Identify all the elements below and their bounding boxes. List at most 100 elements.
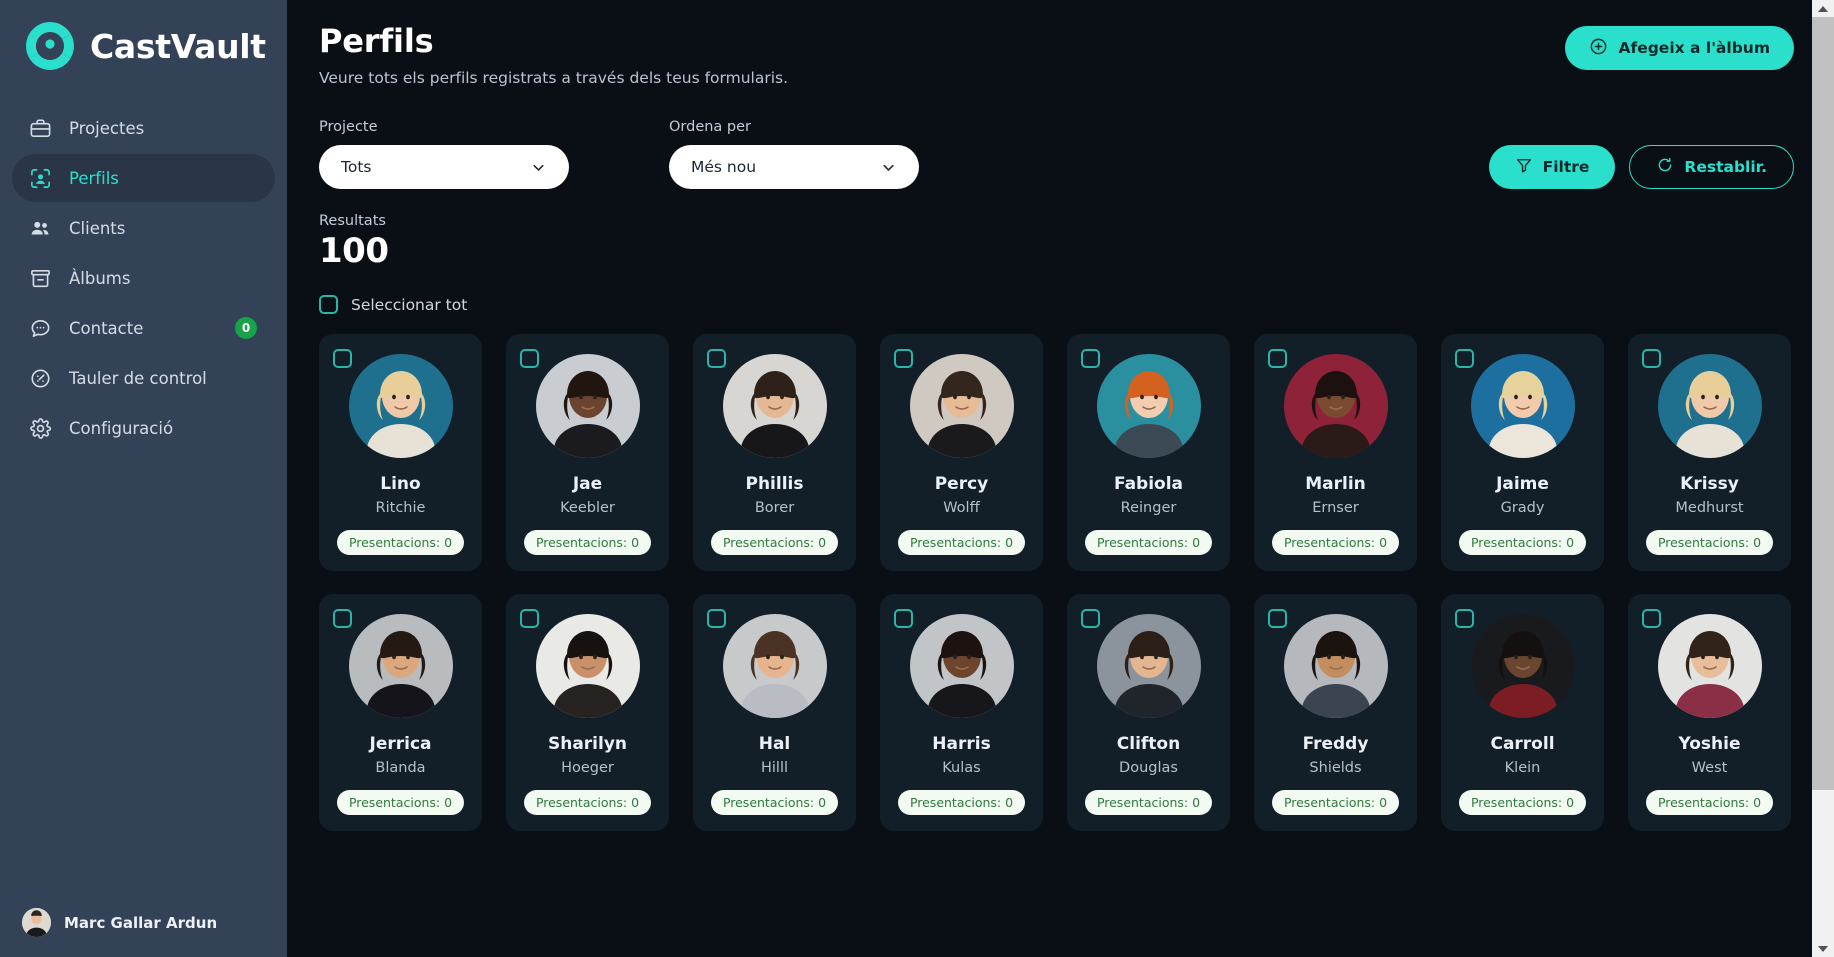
add-to-album-button[interactable]: Afegeix a l'àlbum [1565, 26, 1794, 70]
profile-last-name: Medhurst [1675, 500, 1744, 516]
profile-checkbox[interactable] [1081, 349, 1100, 368]
profile-checkbox[interactable] [1642, 609, 1661, 628]
filter-button[interactable]: Filtre [1488, 145, 1616, 189]
profile-card[interactable]: Yoshie West Presentacions: 0 [1628, 594, 1791, 831]
filters-bar: Projecte Tots Ordena per Més nou Filtre … [319, 119, 1794, 189]
profile-presentations-badge: Presentacions: 0 [1084, 530, 1213, 555]
sidebar-item-perfils[interactable]: Perfils [12, 154, 275, 202]
sidebar-item-albums[interactable]: Àlbums [12, 254, 275, 302]
sidebar-item-label: Àlbums [69, 268, 131, 288]
profile-checkbox[interactable] [1268, 609, 1287, 628]
sidebar: CastVault Projectes Perfils Clients Àlbu… [0, 0, 287, 957]
profile-avatar [1283, 614, 1388, 718]
profile-first-name: Jerrica [369, 734, 432, 754]
profile-first-name: Phillis [745, 474, 804, 494]
sidebar-item-clients[interactable]: Clients [12, 204, 275, 252]
profile-first-name: Krissy [1680, 474, 1739, 494]
profile-checkbox[interactable] [707, 349, 726, 368]
profile-card[interactable]: Jaime Grady Presentacions: 0 [1441, 334, 1604, 571]
project-select[interactable]: Tots [319, 145, 569, 189]
profile-card[interactable]: Fabiola Reinger Presentacions: 0 [1067, 334, 1230, 571]
profile-checkbox[interactable] [520, 609, 539, 628]
vertical-scrollbar[interactable] [1812, 0, 1834, 957]
profile-card[interactable]: Marlin Ernser Presentacions: 0 [1254, 334, 1417, 571]
profile-first-name: Sharilyn [547, 734, 628, 754]
profile-last-name: Ritchie [375, 500, 426, 516]
refresh-icon [1656, 156, 1674, 178]
sidebar-item-projectes[interactable]: Projectes [12, 104, 275, 152]
profile-card[interactable]: Lino Ritchie Presentacions: 0 [319, 334, 482, 571]
profile-first-name: Hal [758, 734, 791, 754]
profile-card[interactable]: Harris Kulas Presentacions: 0 [880, 594, 1043, 831]
profile-checkbox[interactable] [1081, 609, 1100, 628]
profile-checkbox[interactable] [1455, 609, 1474, 628]
brand[interactable]: CastVault [0, 0, 287, 92]
profile-card[interactable]: Hal Hilll Presentacions: 0 [693, 594, 856, 831]
profile-card[interactable]: Jae Keebler Presentacions: 0 [506, 334, 669, 571]
profile-presentations-badge: Presentacions: 0 [336, 790, 465, 815]
profile-card[interactable]: Krissy Medhurst Presentacions: 0 [1628, 334, 1791, 571]
profile-last-name: Keebler [560, 500, 615, 516]
chevron-down-icon [880, 159, 897, 176]
profile-avatar [348, 354, 453, 458]
profile-first-name: Jae [572, 474, 603, 494]
scrollbar-thumb[interactable] [1812, 17, 1834, 790]
profile-checkbox[interactable] [520, 349, 539, 368]
profile-card[interactable]: Clifton Douglas Presentacions: 0 [1067, 594, 1230, 831]
profile-presentations-badge: Presentacions: 0 [1271, 530, 1400, 555]
project-field: Projecte Tots [319, 119, 569, 189]
page-subtitle: Veure tots els perfils registrats a trav… [319, 69, 789, 87]
reset-button[interactable]: Restablir. [1629, 145, 1794, 189]
select-all-checkbox[interactable] [319, 295, 338, 314]
sidebar-item-configuracio[interactable]: Configuració [12, 404, 275, 452]
sidebar-item-label: Perfils [69, 168, 119, 188]
profile-last-name: Borer [754, 500, 795, 516]
triangle-down-icon [1818, 945, 1828, 952]
scroll-up-button[interactable] [1812, 0, 1834, 17]
sidebar-item-label: Clients [69, 218, 126, 238]
profile-card[interactable]: Carroll Klein Presentacions: 0 [1441, 594, 1604, 831]
sidebar-user[interactable]: Marc Gallar Ardun [0, 894, 287, 957]
project-label: Projecte [319, 119, 378, 135]
profile-avatar [1096, 614, 1201, 718]
profile-presentations-badge: Presentacions: 0 [897, 790, 1026, 815]
profile-card[interactable]: Sharilyn Hoeger Presentacions: 0 [506, 594, 669, 831]
sidebar-user-name: Marc Gallar Ardun [64, 913, 218, 932]
profile-card[interactable]: Jerrica Blanda Presentacions: 0 [319, 594, 482, 831]
sort-label: Ordena per [669, 119, 752, 135]
profile-first-name: Percy [934, 474, 989, 494]
sort-select-value: Més nou [691, 158, 757, 176]
select-all-row[interactable]: Seleccionar tot [319, 295, 1794, 314]
profile-card[interactable]: Phillis Borer Presentacions: 0 [693, 334, 856, 571]
page-header: Perfils Veure tots els perfils registrat… [319, 22, 1794, 87]
users-icon [28, 216, 52, 240]
page-header-text: Perfils Veure tots els perfils registrat… [319, 22, 788, 87]
profile-checkbox[interactable] [1455, 349, 1474, 368]
profile-avatar [909, 354, 1014, 458]
brand-name: CastVault [90, 26, 266, 66]
profile-presentations-badge: Presentacions: 0 [1271, 790, 1400, 815]
add-to-album-label: Afegeix a l'àlbum [1618, 39, 1770, 57]
filter-button-label: Filtre [1542, 158, 1590, 176]
profile-avatar [909, 614, 1014, 718]
scroll-down-button[interactable] [1812, 940, 1834, 957]
filters-actions: Filtre Restablir. [1488, 145, 1794, 189]
sidebar-item-contacte[interactable]: Contacte 0 [12, 304, 275, 352]
profile-presentations-badge: Presentacions: 0 [336, 530, 465, 555]
profile-checkbox[interactable] [1642, 349, 1661, 368]
aperture-logo-icon [22, 18, 78, 74]
profile-presentations-badge: Presentacions: 0 [897, 530, 1026, 555]
triangle-up-icon [1818, 5, 1828, 12]
profile-checkbox[interactable] [333, 609, 352, 628]
profile-checkbox[interactable] [333, 349, 352, 368]
sidebar-item-tauler-de-control[interactable]: Tauler de control [12, 354, 275, 402]
profile-card[interactable]: Percy Wolff Presentacions: 0 [880, 334, 1043, 571]
sort-select[interactable]: Més nou [669, 145, 919, 189]
profile-card[interactable]: Freddy Shields Presentacions: 0 [1254, 594, 1417, 831]
profile-checkbox[interactable] [894, 349, 913, 368]
profile-last-name: Klein [1504, 760, 1541, 776]
profile-checkbox[interactable] [1268, 349, 1287, 368]
profile-checkbox[interactable] [894, 609, 913, 628]
main-content: Perfils Veure tots els perfils registrat… [287, 0, 1834, 957]
profile-checkbox[interactable] [707, 609, 726, 628]
